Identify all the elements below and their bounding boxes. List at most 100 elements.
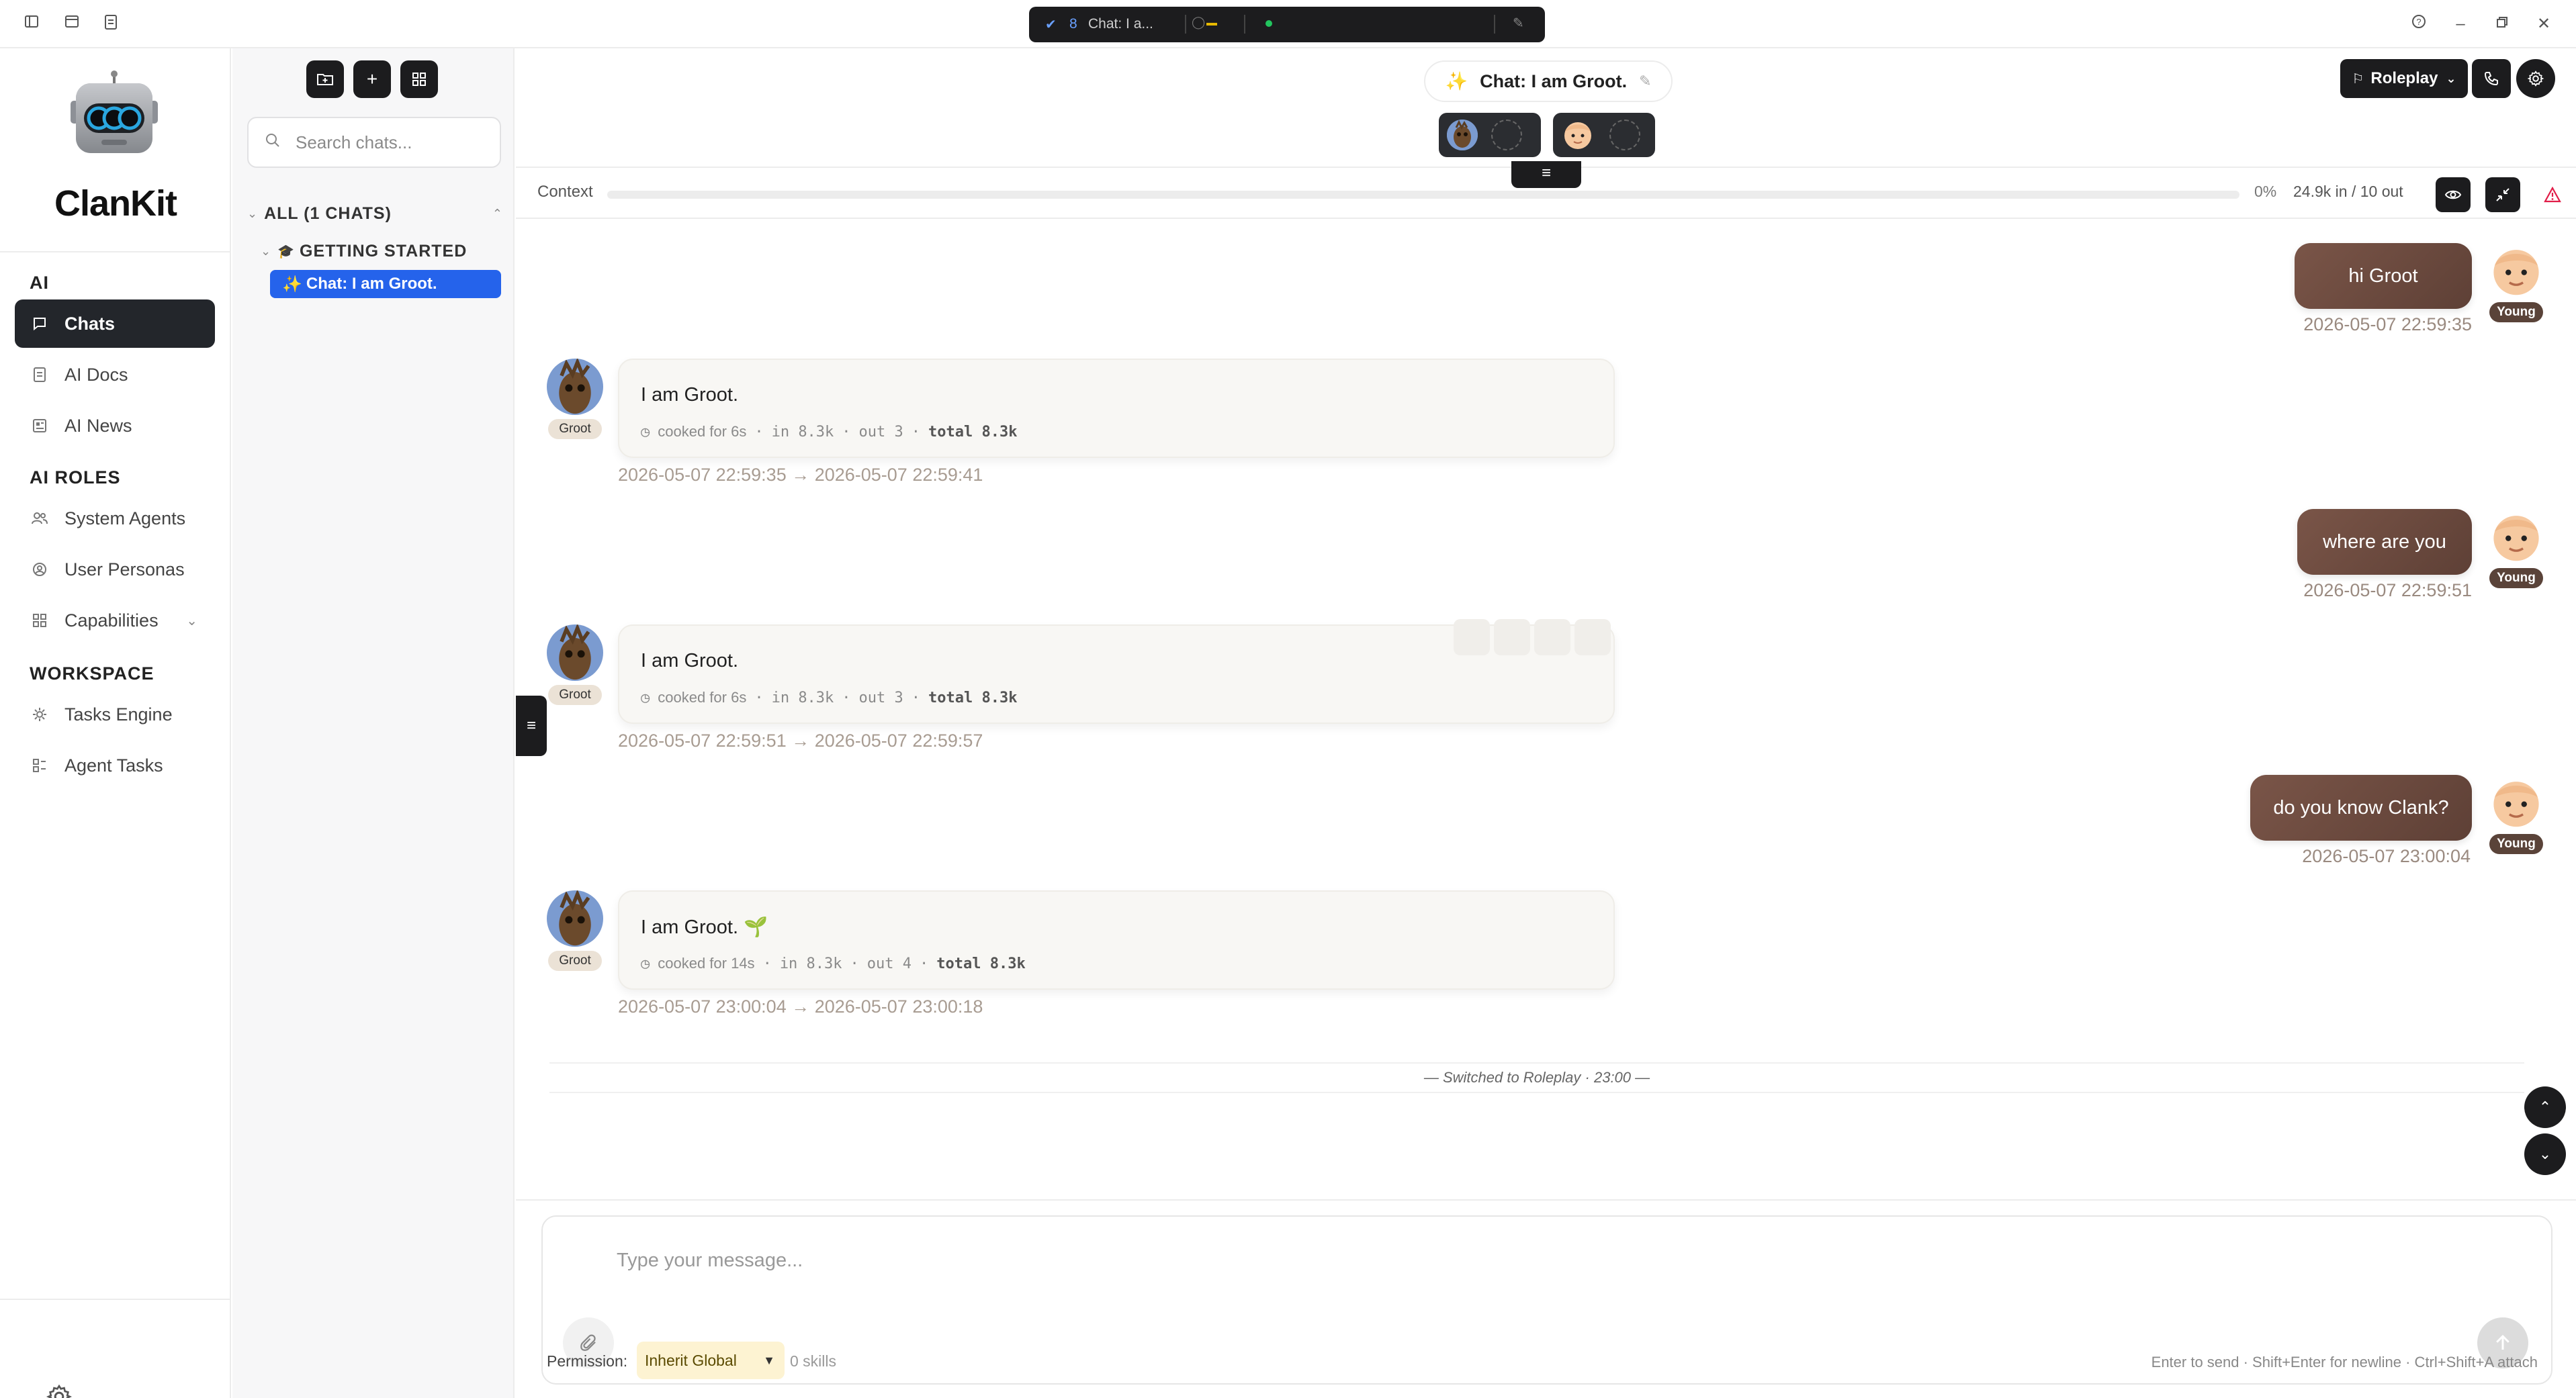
chat-title-pill[interactable]: ✨ Chat: I am Groot. ✎ [1424, 60, 1673, 102]
chevron-down-icon: ⌄ [247, 207, 258, 220]
chat-item-active[interactable]: ✨ Chat: I am Groot. [270, 270, 501, 298]
context-drawer-handle[interactable]: ≡ [1511, 161, 1581, 188]
persona-pill-groot[interactable] [1439, 113, 1541, 157]
scroll-up-button[interactable]: ⌃ [2524, 1086, 2566, 1128]
persona-tag: Groot [548, 685, 602, 705]
permission-label: Permission: [547, 1352, 628, 1370]
message-meta: ◷ cooked for 6s · in 8.3k · out 3 · total 8… [641, 423, 1018, 440]
sparkle-icon: ✨ [1445, 71, 1468, 91]
search-chats-input[interactable]: Search chats... [247, 117, 501, 168]
meta-out: out 4 [867, 955, 912, 972]
persona-user-icon[interactable] [1609, 120, 1640, 150]
help-icon[interactable]: ? [2409, 14, 2429, 34]
search-placeholder: Search chats... [296, 132, 412, 152]
chat-list-panel: + Search chats... ⌄ ALL (1 CHATS) ⌃ ⌄ 🎓 … [232, 48, 515, 1398]
minimize-marker-icon [1206, 23, 1217, 26]
sidebar-item-agent-tasks[interactable]: Agent Tasks [15, 741, 215, 790]
chevron-up-icon[interactable]: ⌃ [492, 207, 502, 221]
settings-gear-icon[interactable] [46, 1383, 78, 1398]
groot-avatar-icon [547, 890, 603, 947]
view-context-button[interactable] [2436, 177, 2471, 212]
group-getting-started[interactable]: ⌄ 🎓 GETTING STARTED [261, 242, 467, 261]
sidebar-item-label: Chats [64, 313, 116, 334]
new-folder-button[interactable] [306, 60, 344, 98]
chat-settings-button[interactable] [2516, 59, 2555, 98]
sidebar-item-ai-docs[interactable]: AI Docs [15, 351, 215, 399]
window-titlebar: ✔ 8 Chat: I a... ◯ ✎ ? – ✕ [0, 0, 2576, 48]
scroll-down-button[interactable]: ⌄ [2524, 1133, 2566, 1175]
newspaper-icon [30, 416, 50, 436]
tab-count: 8 [1069, 16, 1077, 32]
assistant-message-bubble: I am Groot. 🌱 ◷ cooked for 14s · in 8.3k … [618, 890, 1615, 990]
window-icon[interactable] [62, 14, 82, 34]
meta-cooked: cooked for 6s [658, 689, 747, 706]
gear-icon [2527, 71, 2544, 87]
brand-name: ClanKit [54, 183, 177, 224]
grid-icon [30, 610, 50, 631]
graduation-cap-icon: 🎓 [277, 244, 294, 259]
divider [516, 1199, 2576, 1201]
call-button[interactable] [2472, 59, 2511, 98]
assistant-message-bubble: I am Groot. ◷ cooked for 6s · in 8.3k · ou… [618, 359, 1615, 458]
warning-button[interactable] [2535, 177, 2570, 212]
grid-view-button[interactable] [400, 60, 438, 98]
new-chat-button[interactable]: + [353, 60, 391, 98]
panel-toggle-handle[interactable]: ≡ [516, 696, 547, 756]
status-dot-icon [1265, 20, 1272, 27]
sidebar-item-ai-news[interactable]: AI News [15, 402, 215, 450]
chevron-down-icon[interactable]: ⌄ [186, 612, 197, 629]
notes-icon[interactable] [101, 14, 121, 34]
persona-tag: Groot [548, 419, 602, 439]
regenerate-icon[interactable] [1494, 619, 1530, 655]
section-workspace: WORKSPACE [30, 663, 154, 684]
sidebar-item-chats[interactable]: Chats [15, 299, 215, 348]
message-actions [1454, 619, 1615, 657]
meta-total: total 8.3k [928, 689, 1018, 706]
speak-icon[interactable] [1534, 619, 1570, 655]
meta-out: out 3 [858, 423, 903, 440]
meta-cooked: cooked for 6s [658, 423, 747, 440]
search-icon [265, 132, 281, 153]
compress-context-button[interactable] [2485, 177, 2520, 212]
sidebar-toggle-icon[interactable] [21, 14, 42, 34]
young-avatar-icon [2488, 243, 2544, 299]
message-input[interactable] [617, 1244, 2430, 1277]
meta-out: out 3 [858, 689, 903, 706]
flag-icon: ⚐ [2352, 71, 2364, 87]
minimize-icon[interactable]: – [2450, 14, 2471, 34]
active-tab-strip[interactable]: ✔ 8 Chat: I a... ◯ ✎ [1029, 7, 1545, 42]
grid-icon [412, 73, 426, 86]
roleplay-mode-button[interactable]: ⚐ Roleplay ⌄ [2340, 59, 2468, 98]
delete-icon[interactable] [1574, 619, 1611, 655]
clock-icon: ◷ [641, 955, 650, 972]
message-timestamp: 2026-05-07 22:59:51 → 2026-05-07 22:59:5… [618, 731, 983, 751]
users-icon [30, 508, 50, 528]
sidebar-item-capabilities[interactable]: Capabilities ⌄ [15, 596, 215, 645]
group-all-chats[interactable]: ⌄ ALL (1 CHATS) ⌃ [247, 204, 502, 224]
permission-select[interactable]: Inherit Global ▼ [637, 1342, 785, 1379]
close-icon[interactable]: ✕ [2534, 14, 2554, 34]
phone-icon [2484, 72, 2498, 86]
message-timestamp: 2026-05-07 22:59:35 [2303, 314, 2472, 334]
chevron-up-icon: ⌃ [2538, 1099, 2552, 1115]
restore-icon[interactable] [2492, 14, 2512, 34]
sidebar-item-label: AI News [64, 415, 132, 436]
check-icon: ✔ [1045, 17, 1057, 32]
edit-icon[interactable]: ✎ [1639, 73, 1651, 90]
section-ai: AI [30, 273, 49, 293]
svg-text:?: ? [2416, 17, 2421, 27]
sidebar-item-user-personas[interactable]: User Personas [15, 545, 215, 594]
clock-icon: ◷ [641, 689, 650, 706]
groot-avatar-icon [547, 624, 603, 681]
groot-avatar-icon [1447, 120, 1478, 150]
copy-icon[interactable] [1454, 619, 1490, 655]
section-ai-roles: AI ROLES [30, 467, 121, 487]
edit-icon[interactable]: ✎ [1513, 15, 1524, 32]
persona-pill-young[interactable] [1553, 113, 1655, 157]
system-note: — Switched to Roleplay · 23:00 — [549, 1062, 2524, 1093]
sidebar-item-tasks-engine[interactable]: Tasks Engine [15, 690, 215, 739]
meta-cooked: cooked for 14s [658, 955, 755, 972]
add-user-icon[interactable] [1491, 120, 1522, 150]
message-text: I am Groot. [641, 650, 739, 671]
sidebar-item-system-agents[interactable]: System Agents [15, 494, 215, 543]
